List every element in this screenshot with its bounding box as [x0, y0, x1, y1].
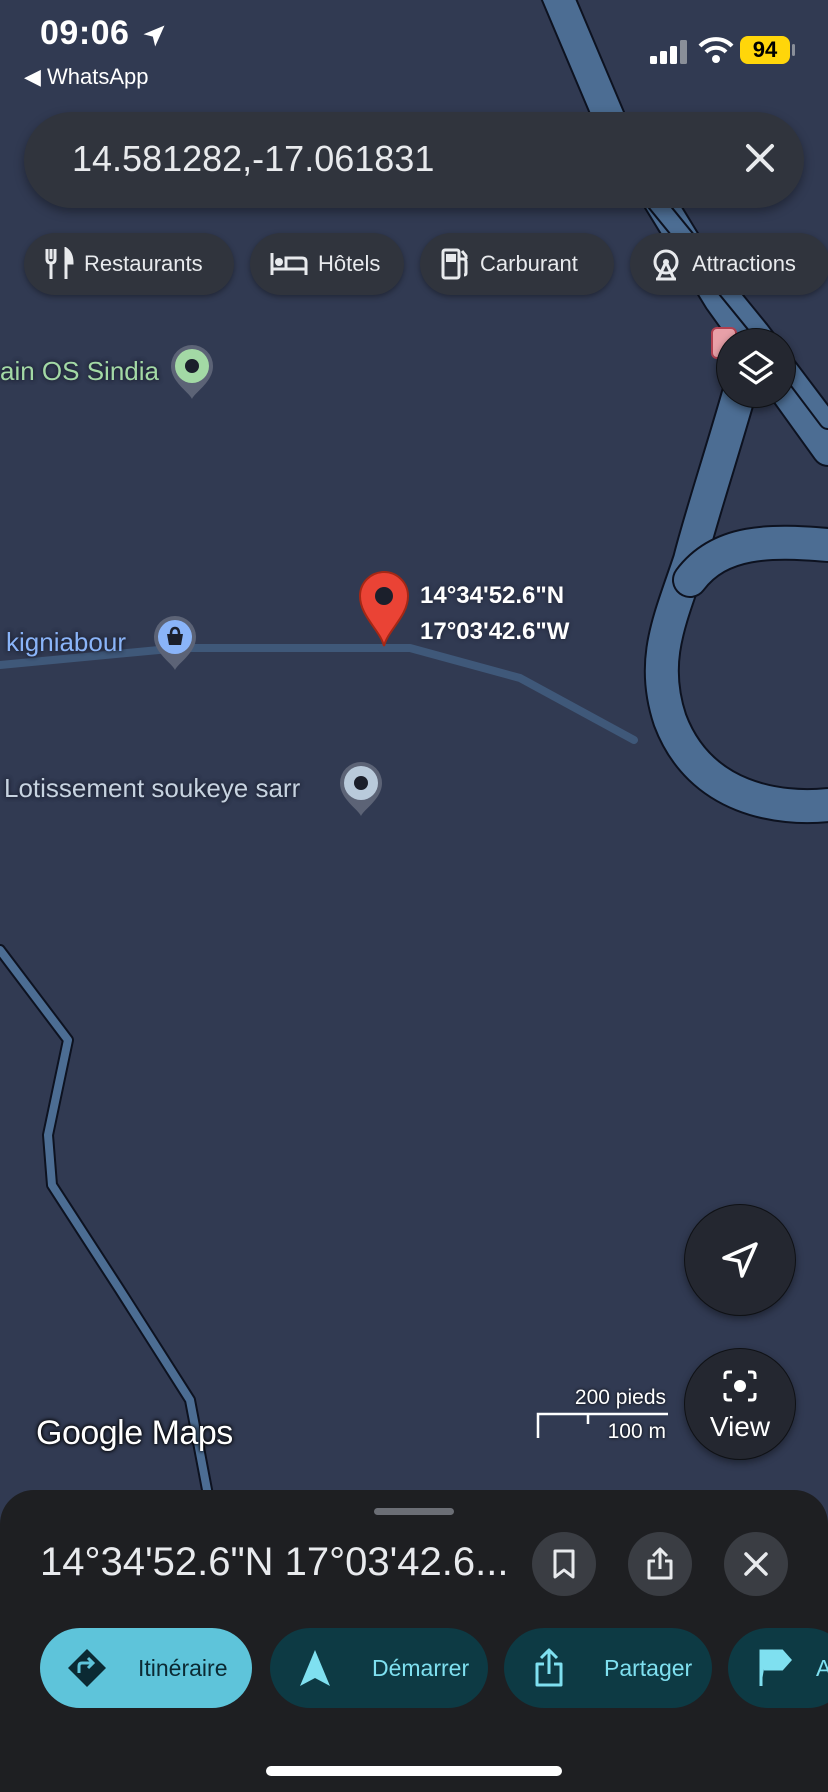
poi-marker-green[interactable] — [169, 344, 215, 400]
label-button[interactable]: A — [728, 1628, 828, 1708]
share-icon — [535, 1648, 563, 1687]
chip-hotels[interactable]: Hôtels — [250, 233, 404, 295]
poi-label-lotissement[interactable]: Lotissement soukeye sarr — [4, 773, 300, 804]
scale-feet: 200 pieds — [574, 1386, 666, 1409]
bookmark-icon — [553, 1549, 575, 1579]
start-label: Démarrer — [372, 1654, 470, 1681]
bed-icon — [270, 253, 308, 275]
dropped-pin-icon[interactable] — [358, 570, 410, 648]
directions-label: Itinéraire — [138, 1654, 228, 1681]
view-camera-button[interactable]: View — [684, 1348, 796, 1460]
signal-icon — [650, 40, 687, 64]
share-action-label: Partager — [604, 1654, 693, 1681]
close-icon — [744, 1552, 768, 1576]
ferris-wheel-icon — [653, 249, 679, 281]
chip-attractions[interactable]: Attractions — [630, 233, 828, 295]
search-input[interactable]: 14.581282,-17.061831 — [72, 138, 434, 180]
share-action-button[interactable]: Partager — [504, 1628, 712, 1708]
chip-restaurants[interactable]: Restaurants — [24, 233, 234, 295]
poi-label-kigniabour[interactable]: kigniabour — [6, 627, 126, 658]
my-location-button[interactable] — [684, 1204, 796, 1316]
save-button[interactable] — [532, 1532, 596, 1596]
chip-label: Restaurants — [84, 251, 203, 276]
sheet-drag-handle[interactable] — [374, 1508, 454, 1515]
chip-label: Carburant — [480, 251, 578, 276]
location-arrow-icon — [143, 25, 165, 47]
view-button-label: View — [709, 1411, 771, 1442]
pin-coordinates: 14°34'52.6"N 17°03'42.6"W — [420, 578, 569, 650]
battery-level: 94 — [740, 36, 790, 64]
wifi-icon — [698, 37, 734, 63]
home-indicator[interactable] — [266, 1766, 562, 1776]
status-time: 09:06 — [40, 14, 130, 52]
poi-label-os-sindia[interactable]: ain OS Sindia — [0, 356, 159, 387]
layers-button[interactable] — [716, 328, 796, 408]
chip-fuel[interactable]: Carburant — [420, 233, 614, 295]
navigation-arrow-icon — [722, 1242, 758, 1278]
battery-tip — [792, 44, 795, 56]
start-button[interactable]: Démarrer — [270, 1628, 488, 1708]
poi-marker-grey[interactable] — [338, 761, 384, 817]
fork-knife-icon — [45, 247, 74, 279]
search-bar[interactable]: 14.581282,-17.061831 — [24, 112, 804, 208]
label-action-label: A — [816, 1654, 828, 1681]
shopping-bag-marker-icon[interactable] — [152, 615, 198, 671]
back-to-app-link[interactable]: ◀ WhatsApp — [24, 64, 149, 90]
place-bottom-sheet[interactable]: 14°34'52.6"N 17°03'42.6... Itinéraire Dé… — [0, 1490, 828, 1792]
chip-label: Attractions — [692, 251, 796, 276]
pin-longitude: 17°03'42.6"W — [420, 618, 570, 645]
place-title: 14°34'52.6"N 17°03'42.6... — [40, 1540, 509, 1584]
chip-label: Hôtels — [318, 251, 381, 276]
share-button[interactable] — [628, 1532, 692, 1596]
directions-icon — [68, 1649, 106, 1687]
layers-icon — [738, 350, 774, 385]
share-icon — [647, 1547, 673, 1580]
camera-icon — [723, 1370, 757, 1402]
directions-button[interactable]: Itinéraire — [40, 1628, 252, 1708]
flag-icon — [759, 1649, 792, 1686]
close-icon[interactable] — [736, 134, 784, 182]
close-sheet-button[interactable] — [724, 1532, 788, 1596]
google-maps-logo: Google Maps — [36, 1414, 233, 1452]
scale-meters: 100 m — [607, 1420, 666, 1443]
fuel-pump-icon — [441, 248, 468, 280]
navigation-arrow-icon — [300, 1650, 330, 1686]
pin-latitude: 14°34'52.6"N — [420, 582, 565, 609]
